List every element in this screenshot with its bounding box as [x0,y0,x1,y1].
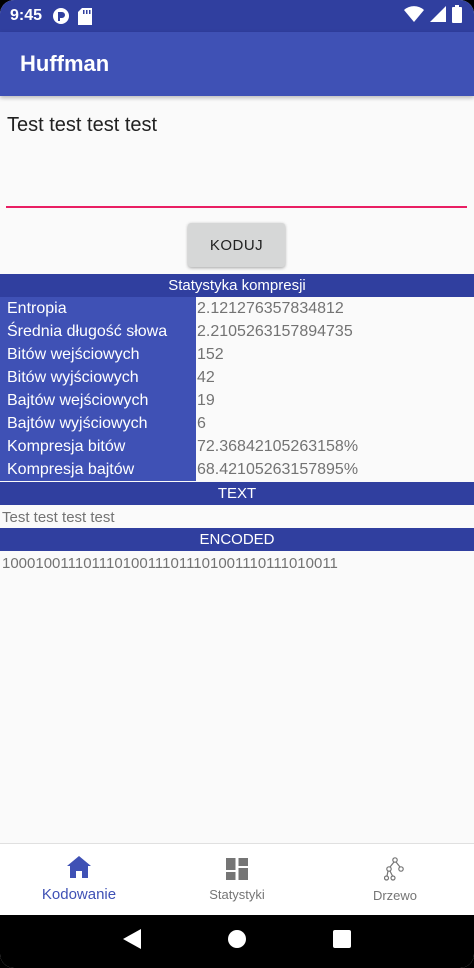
stat-row: Średnia długość słowa 2.2105263157894735 [0,320,474,343]
stats-table: Entropia 2.121276357834812 Średnia długość… [0,297,474,481]
encoded-section-header: ENCODED [0,528,474,551]
nav-item-drzewo[interactable]: Drzewo [316,844,474,915]
stat-label: Średnia długość słowa [0,320,196,343]
nav-label-statystyki: Statystyki [209,886,265,902]
stat-value: 19 [196,389,474,412]
signal-icon [430,5,446,27]
stat-label: Kompresja bajtów [0,458,196,481]
status-time: 9:45 [10,7,43,24]
text-input-field[interactable]: Test test test test [6,108,467,208]
stat-label: Bajtów wejściowych [0,389,196,412]
stat-value: 2.121276357834812 [196,297,474,320]
stat-label: Bitów wyjściowych [0,366,196,389]
notification-app-icon [52,7,70,25]
stats-header: Statystyka kompresji [0,274,474,297]
nav-item-kodowanie[interactable]: Kodowanie [0,844,158,915]
app-bar: Huffman [0,32,474,96]
home-icon [67,856,91,882]
stat-row: Kompresja bajtów 68.42105263157895% [0,458,474,481]
stat-row: Bitów wejściowych 152 [0,343,474,366]
stat-label: Bitów wejściowych [0,343,196,366]
stat-value: 2.2105263157894735 [196,320,474,343]
stat-label: Entropia [0,297,196,320]
dashboard-icon [226,857,248,883]
app-title: Huffman [20,51,110,76]
text-section-content: Test test test test [2,509,115,526]
stat-row: Bitów wyjściowych 42 [0,366,474,389]
wifi-icon [404,5,424,27]
stat-row: Bajtów wyjściowych 6 [0,412,474,435]
back-icon[interactable] [123,929,142,954]
stat-value: 6 [196,412,474,435]
stat-row: Bajtów wejściowych 19 [0,389,474,412]
input-underline [6,206,467,208]
battery-icon [452,4,462,28]
phone-screen: 9:45 Huffman Test test test test KODUJ S… [0,0,474,968]
bottom-navigation: Kodowanie Statystyki Drzewo [0,843,474,915]
stat-value: 68.42105263157895% [196,458,474,481]
nav-label-kodowanie: Kodowanie [41,886,117,903]
home-circle-icon[interactable] [227,930,246,953]
stat-row: Entropia 2.121276357834812 [0,297,474,320]
encode-button[interactable]: KODUJ [188,223,285,267]
stat-label: Bajtów wyjściowych [0,412,196,435]
stat-label: Kompresja bitów [0,435,196,458]
stat-value: 152 [196,343,474,366]
sd-card-icon [78,7,93,25]
nav-label-drzewo: Drzewo [372,887,418,903]
stat-value: 72.36842105263158% [196,435,474,458]
tree-icon [383,856,406,884]
stat-row: Kompresja bitów 72.36842105263158% [0,435,474,458]
input-text-value[interactable]: Test test test test [6,108,467,205]
nav-item-statystyki[interactable]: Statystyki [158,844,316,915]
status-bar: 9:45 [0,0,474,32]
recents-icon[interactable] [332,930,351,953]
text-section-header: TEXT [0,482,474,505]
encoded-section-content: 1000100111011101001110111010011101110100… [2,555,338,572]
stat-value: 42 [196,366,474,389]
system-navigation-bar [0,915,474,968]
